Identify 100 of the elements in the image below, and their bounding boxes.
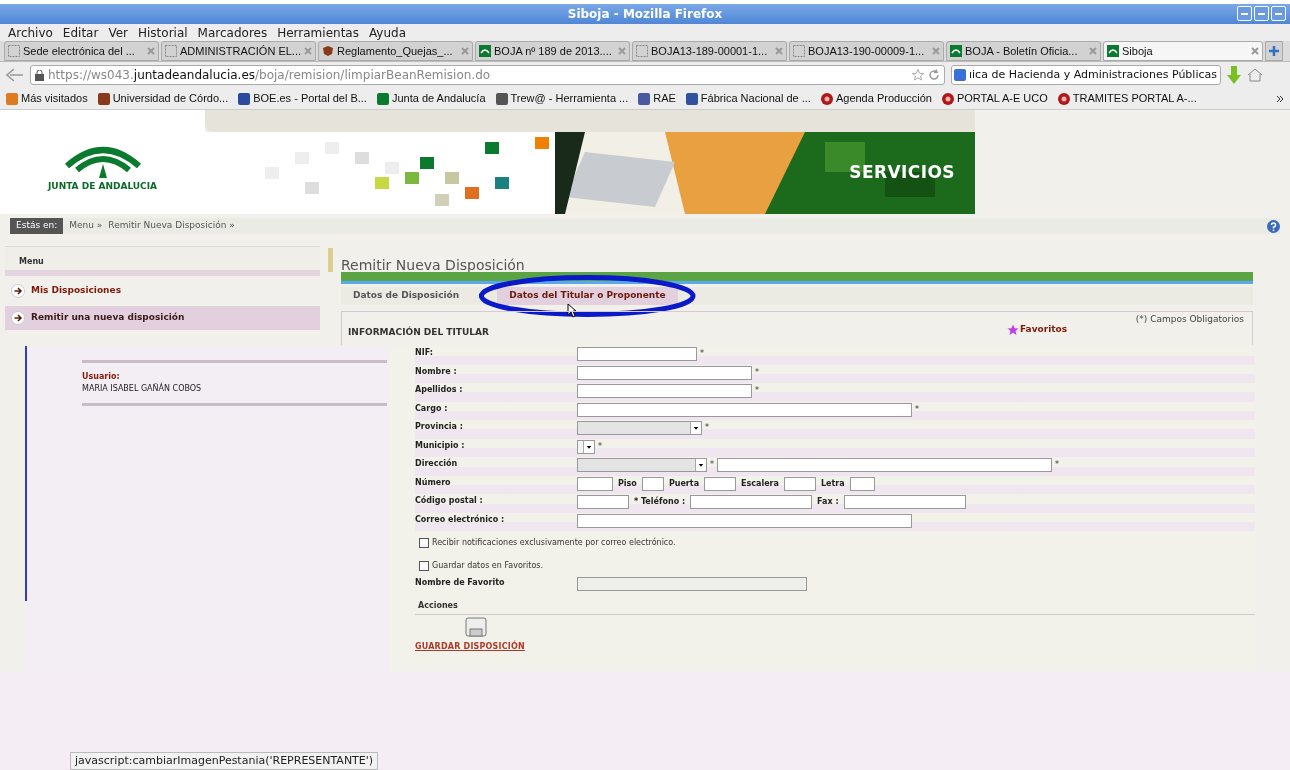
input-field[interactable] [783,476,816,491]
input-field[interactable] [690,495,813,509]
tab-favicon-icon [1107,45,1119,57]
url-text: https://ws043.juntadeandalucia.es/boja/remision/limpiarBeanRemision.do [48,67,492,84]
save-link[interactable]: GUARDAR DISPOSICIÓN [415,641,525,653]
browser-tab[interactable]: ADMINISTRACIÓN EL... [161,41,316,61]
input-field[interactable] [843,495,966,509]
close-icon[interactable] [1089,47,1097,55]
input-field[interactable] [577,402,912,417]
tab-label: Reglamento_Quejas_... [337,43,454,59]
address-bar[interactable]: https://ws043.juntadeandalucia.es/boja/remision/limpiarBeanRemision.do [30,65,945,85]
menu-item[interactable]: Editar [62,23,99,42]
bookmark-item[interactable]: PORTAL A-E UCO [941,90,1048,107]
menu-item[interactable]: Ver [108,23,128,42]
required-mark: * [710,459,714,471]
menu-item[interactable]: Remitir una nueva disposición [5,306,320,330]
form-tab[interactable]: Datos del Titular o Proponente [497,287,678,305]
checkbox[interactable] [419,560,429,571]
reload-icon[interactable] [928,69,940,81]
close-icon[interactable] [1251,47,1259,55]
browser-tab[interactable]: BOJA13-189-00001-1... [632,41,787,61]
breadcrumb-link[interactable]: Remitir Nueva Disposición » [108,219,235,233]
browser-tab[interactable]: Siboja [1103,41,1263,61]
floppy-icon[interactable] [465,617,487,637]
star-icon[interactable] [912,69,924,81]
bookmark-icon [376,92,389,105]
search-field[interactable]: ıica de Hacienda y Administraciones Públicas [951,65,1221,85]
minimize-button[interactable] [1237,6,1252,21]
field-label: Nombre : [415,365,458,378]
input-field[interactable] [577,365,752,380]
bookmark-item[interactable]: Universidad de Córdo... [97,90,229,107]
google-icon[interactable] [954,69,966,81]
close-icon[interactable] [461,47,469,55]
close-icon[interactable] [304,47,312,55]
checkbox[interactable] [419,537,429,548]
input-field[interactable] [704,476,737,491]
input-field[interactable] [577,384,752,398]
form-tab[interactable]: Datos de Disposición [341,287,472,305]
field-label: Código postal : [415,494,484,507]
new-tab-button[interactable] [1265,41,1283,61]
arrow-icon [11,284,25,298]
star-icon [1007,324,1019,336]
bookmark-item[interactable]: Trew@ - Herramienta ... [495,90,629,107]
inline-label: Fax : [817,496,839,508]
input-field[interactable] [849,476,875,491]
actions-title: Acciones [418,599,458,612]
tab-favicon-icon [165,45,177,57]
close-icon[interactable] [932,47,940,55]
close-icon[interactable] [775,47,783,55]
browser-tab[interactable]: Sede electrónica del ... [4,41,159,61]
tab-label: BOJA - Boletín Oficia... [965,43,1079,59]
browser-tab[interactable]: Reglamento_Quejas_... [318,41,473,61]
menu-item-label: Mis Disposiciones [31,284,121,298]
section-title: INFORMACIÓN DEL TITULAR [348,326,489,339]
checkbox-label: Recibir notificaciones exclusivamente por correo electrónico. [432,536,676,549]
bookmark-item[interactable]: Agenda Producción [820,90,932,107]
browser-tab[interactable]: BOJA - Boletín Oficia... [946,41,1101,61]
required-mark: * [598,440,602,453]
bookmark-item[interactable]: Fábrica Nacional de ... [685,90,811,107]
user-name: MARIA ISABEL GAÑÁN COBOS [82,383,203,395]
back-icon[interactable] [6,68,24,82]
breadcrumb-link[interactable]: Menu » [69,219,103,233]
status-text: javascript:cambiarImagenPestania('REPRESENTANTE') [70,751,379,770]
browser-tab[interactable]: BOJA nº 189 de 2013.... [475,41,630,61]
tab-label: BOJA13-189-00001-1... [651,43,769,59]
tab-label: Sede electrónica del ... [23,43,136,59]
bookmark-icon [6,92,18,105]
menu-item[interactable]: Archivo [8,23,53,42]
bookmark-item[interactable]: TRAMITES PORTAL A-... [1057,90,1197,107]
close-icon[interactable] [618,47,626,55]
required-mark: * [705,422,709,434]
download-icon[interactable] [1227,66,1241,84]
bookmark-item[interactable]: RAE [638,90,676,107]
home-icon[interactable] [1247,68,1263,82]
menu-item[interactable]: Herramientas [277,23,359,42]
input-field[interactable] [577,495,629,509]
field-label: Provincia : [415,421,464,433]
menu-item[interactable]: Historial [138,23,188,42]
field-label: Municipio : [415,439,466,452]
bookmark-item[interactable]: BOE.es - Portal del B... [238,90,367,107]
bookmark-icon [638,92,651,105]
more-icon[interactable] [1276,94,1284,103]
banner-title: SERVICIOS [849,161,955,184]
close-icon[interactable] [147,47,155,55]
input-field[interactable] [577,347,697,361]
menu-item[interactable]: Marcadores [197,23,268,42]
input-field[interactable] [577,476,613,491]
select-field[interactable] [577,439,595,454]
tab-favicon-icon [479,45,491,57]
bookmark-item[interactable]: Más visitados [6,90,88,107]
tab-label: Siboja [1122,43,1154,59]
help-icon[interactable] [1267,219,1280,233]
bookmark-item[interactable]: Junta de Andalucía [376,90,486,107]
favorites-link[interactable]: Favoritos [1020,323,1068,337]
browser-tab[interactable]: BOJA13-190-00009-1... [789,41,944,61]
input-field[interactable] [577,513,912,528]
input-field[interactable] [717,458,1052,472]
user-label: Usuario: [82,371,121,383]
menu-item[interactable]: Ayuda [368,23,407,42]
input-field[interactable] [641,476,664,491]
